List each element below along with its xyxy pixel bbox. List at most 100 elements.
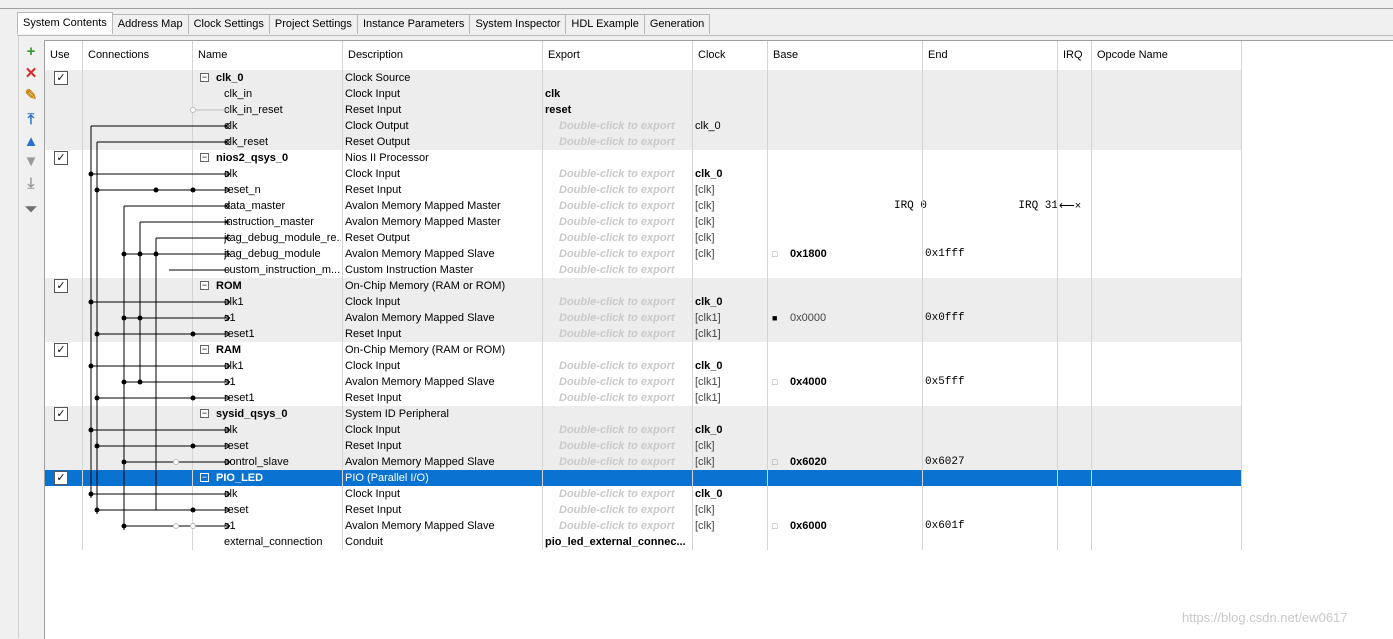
instruction-master-dot[interactable]: [137, 379, 143, 385]
clock-cell[interactable]: [clk]: [695, 454, 768, 470]
tab-system-contents[interactable]: System Contents: [17, 12, 113, 34]
reset-connection-dot[interactable]: [94, 331, 100, 337]
clock-connection-dot[interactable]: [88, 171, 94, 177]
reset-connection-dot[interactable]: [190, 443, 196, 449]
tab-generation[interactable]: Generation: [643, 14, 711, 34]
export-cell[interactable]: reset: [545, 102, 691, 118]
export-cell[interactable]: Double-click to export: [559, 374, 691, 390]
add-icon[interactable]: +: [19, 40, 43, 62]
clock-cell[interactable]: clk_0: [695, 486, 768, 502]
data-master-dot[interactable]: [121, 315, 127, 321]
reset-connection-dot[interactable]: [94, 187, 100, 193]
clock-cell[interactable]: [clk]: [695, 230, 768, 246]
clock-connection-dot[interactable]: [88, 363, 94, 369]
export-cell[interactable]: clk: [545, 86, 691, 102]
data-master-dot[interactable]: [121, 379, 127, 385]
export-cell[interactable]: Double-click to export: [559, 326, 691, 342]
clock-cell[interactable]: clk_0: [695, 422, 768, 438]
export-cell[interactable]: Double-click to export: [559, 518, 691, 534]
end-cell[interactable]: IRQ 0: [887, 198, 927, 214]
tab-project-settings[interactable]: Project Settings: [268, 14, 358, 34]
move-bottom-icon[interactable]: ⤓: [19, 172, 43, 194]
clock-cell[interactable]: [clk1]: [695, 374, 768, 390]
column-header-description[interactable]: Description: [343, 41, 543, 70]
end-cell[interactable]: 0x5fff: [925, 374, 1045, 390]
clock-cell[interactable]: clk_0: [695, 358, 768, 374]
column-header-clock[interactable]: Clock: [693, 41, 768, 70]
base-cell[interactable]: 0x0000: [790, 310, 910, 326]
export-cell[interactable]: Double-click to export: [559, 262, 691, 278]
clock-cell[interactable]: [clk]: [695, 438, 768, 454]
data-master-dot[interactable]: [121, 251, 127, 257]
data-master-dot[interactable]: [121, 459, 127, 465]
export-cell[interactable]: Double-click to export: [559, 246, 691, 262]
reset-connection-dot[interactable]: [190, 507, 196, 513]
use-checkbox[interactable]: ✓: [54, 279, 68, 293]
move-up-icon[interactable]: ▲: [19, 130, 43, 152]
column-header-irq[interactable]: IRQ: [1058, 41, 1092, 70]
column-header-use[interactable]: Use: [45, 41, 83, 70]
column-header-base[interactable]: Base: [768, 41, 923, 70]
use-checkbox[interactable]: ✓: [54, 471, 68, 485]
clock-cell[interactable]: [clk]: [695, 182, 768, 198]
lock-closed-icon[interactable]: ■: [772, 310, 784, 326]
export-cell[interactable]: Double-click to export: [559, 438, 691, 454]
data-master-dot[interactable]: [121, 523, 127, 529]
export-cell[interactable]: Double-click to export: [559, 134, 691, 150]
clock-cell[interactable]: clk_0: [695, 166, 768, 182]
connection-open-dot[interactable]: [173, 523, 179, 529]
tab-address-map[interactable]: Address Map: [111, 14, 189, 34]
reset-connection-dot[interactable]: [94, 395, 100, 401]
reset-connection-dot[interactable]: [190, 331, 196, 337]
move-top-icon[interactable]: ⤒: [19, 108, 43, 130]
clock-cell[interactable]: [clk]: [695, 214, 768, 230]
clock-cell[interactable]: clk_0: [695, 294, 768, 310]
export-cell[interactable]: Double-click to export: [559, 294, 691, 310]
export-cell[interactable]: Double-click to export: [559, 502, 691, 518]
instruction-master-dot[interactable]: [137, 251, 143, 257]
use-checkbox[interactable]: ✓: [54, 151, 68, 165]
tab-hdl-example[interactable]: HDL Example: [565, 14, 645, 34]
export-cell[interactable]: Double-click to export: [559, 422, 691, 438]
connections-graph[interactable]: [83, 70, 233, 550]
lock-open-icon[interactable]: □: [772, 454, 784, 470]
export-cell[interactable]: Double-click to export: [559, 454, 691, 470]
use-checkbox[interactable]: ✓: [54, 407, 68, 421]
reset-connection-dot[interactable]: [94, 443, 100, 449]
filter-icon[interactable]: ⏷: [19, 198, 43, 220]
clock-connection-dot[interactable]: [88, 427, 94, 433]
lock-open-icon[interactable]: □: [772, 246, 784, 262]
instruction-master-dot[interactable]: [137, 315, 143, 321]
base-cell[interactable]: 0x4000: [790, 374, 910, 390]
clock-cell[interactable]: [clk1]: [695, 326, 768, 342]
reset-connection-dot[interactable]: [190, 187, 196, 193]
connection-open-dot[interactable]: [190, 107, 196, 113]
move-down-icon[interactable]: ▼: [19, 150, 43, 172]
column-header-end[interactable]: End: [923, 41, 1058, 70]
remove-icon[interactable]: ✕: [19, 62, 43, 84]
clock-cell[interactable]: [clk1]: [695, 310, 768, 326]
export-cell[interactable]: Double-click to export: [559, 310, 691, 326]
end-cell[interactable]: 0x6027: [925, 454, 1045, 470]
column-header-name[interactable]: Name: [193, 41, 343, 70]
clock-cell[interactable]: [clk]: [695, 518, 768, 534]
tab-system-inspector[interactable]: System Inspector: [469, 14, 567, 34]
reset-connection-dot[interactable]: [190, 395, 196, 401]
export-cell[interactable]: Double-click to export: [559, 390, 691, 406]
clock-cell[interactable]: [clk]: [695, 246, 768, 262]
base-cell[interactable]: 0x1800: [790, 246, 910, 262]
end-cell[interactable]: 0x1fff: [925, 246, 1045, 262]
end-cell[interactable]: 0x0fff: [925, 310, 1045, 326]
column-header-export[interactable]: Export: [543, 41, 693, 70]
export-cell[interactable]: Double-click to export: [559, 166, 691, 182]
use-checkbox[interactable]: ✓: [54, 71, 68, 85]
clock-cell[interactable]: clk_0: [695, 118, 768, 134]
clock-cell[interactable]: [clk]: [695, 502, 768, 518]
export-cell[interactable]: Double-click to export: [559, 214, 691, 230]
reset-connection-dot[interactable]: [94, 507, 100, 513]
tab-clock-settings[interactable]: Clock Settings: [187, 14, 270, 34]
clock-cell[interactable]: [clk1]: [695, 390, 768, 406]
lock-open-icon[interactable]: □: [772, 518, 784, 534]
base-cell[interactable]: 0x6000: [790, 518, 910, 534]
jtag-reset-dot[interactable]: [153, 187, 159, 193]
